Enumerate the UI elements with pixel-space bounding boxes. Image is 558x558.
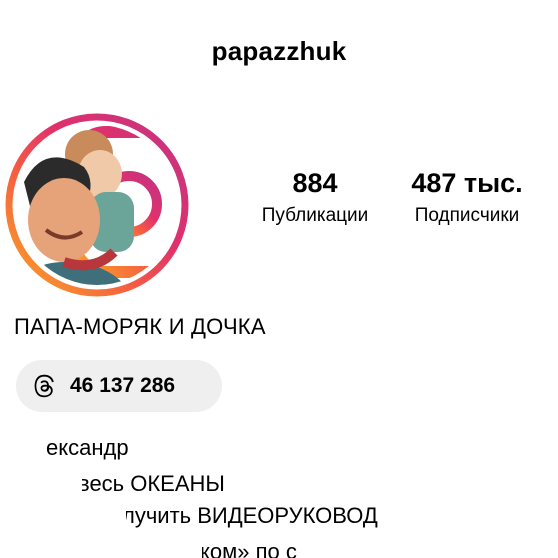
- threads-count: 46 137 286: [70, 374, 176, 397]
- bio-line: ександр: [46, 435, 129, 460]
- posts-value: 884: [292, 168, 338, 198]
- avatar-image: [5, 113, 189, 297]
- bio-line: весь ОКЕАНЫ: [78, 471, 225, 496]
- profile-avatar[interactable]: [4, 112, 190, 298]
- posts-label: Публикации: [261, 205, 369, 226]
- profile-username: papazzhuk: [211, 36, 347, 66]
- followers-label: Подписчики: [414, 205, 520, 226]
- followers-value: 487 тыс.: [411, 168, 523, 198]
- threads-badge[interactable]: 46 137 286: [16, 360, 222, 412]
- threads-icon: [34, 374, 54, 398]
- bio-line: ком» по с: [200, 539, 297, 558]
- posts-count[interactable]: 884 Публикации: [246, 166, 384, 230]
- display-name: ПАПА-МОРЯК И ДОЧКА: [14, 314, 266, 339]
- bio-line: лучить ВИДЕОРУКОВОД: [122, 503, 378, 528]
- followers-count[interactable]: 487 тыс. Подписчики: [396, 166, 538, 230]
- crop-mask: [0, 534, 202, 558]
